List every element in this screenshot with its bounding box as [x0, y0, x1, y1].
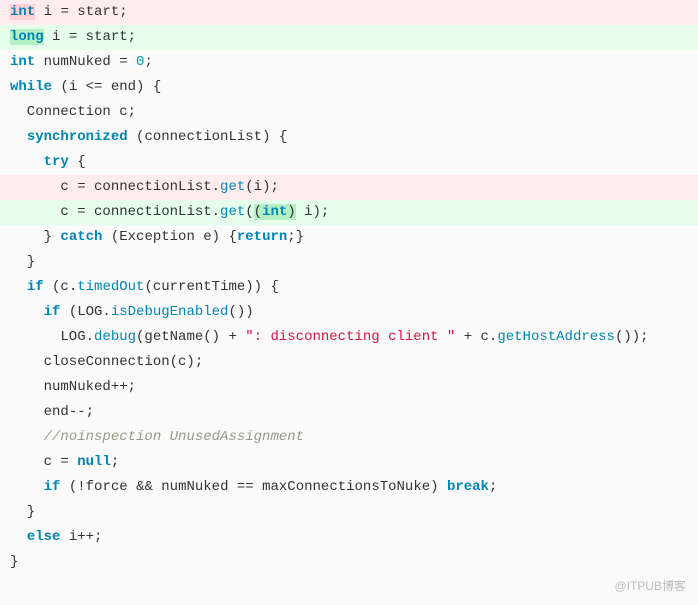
code-diff-block: int i = start;long i = start;int numNuke…: [0, 0, 698, 605]
code-line-1: long i = start;: [0, 25, 698, 50]
code-line-10: }: [0, 250, 698, 275]
code-line-15: numNuked++;: [0, 375, 698, 400]
code-line-16: end--;: [0, 400, 698, 425]
code-line-0: int i = start;: [0, 0, 698, 25]
code-line-22: }: [0, 550, 698, 575]
code-line-7: c = connectionList.get(i);: [0, 175, 698, 200]
code-line-4: Connection c;: [0, 100, 698, 125]
code-line-6: try {: [0, 150, 698, 175]
code-line-2: int numNuked = 0;: [0, 50, 698, 75]
code-line-14: closeConnection(c);: [0, 350, 698, 375]
code-line-11: if (c.timedOut(currentTime)) {: [0, 275, 698, 300]
code-line-18: c = null;: [0, 450, 698, 475]
code-line-5: synchronized (connectionList) {: [0, 125, 698, 150]
code-line-9: } catch (Exception e) {return;}: [0, 225, 698, 250]
code-line-3: while (i <= end) {: [0, 75, 698, 100]
code-line-13: LOG.debug(getName() + ": disconnecting c…: [0, 325, 698, 350]
code-line-19: if (!force && numNuked == maxConnections…: [0, 475, 698, 500]
code-line-12: if (LOG.isDebugEnabled()): [0, 300, 698, 325]
code-line-17: //noinspection UnusedAssignment: [0, 425, 698, 450]
code-line-21: else i++;: [0, 525, 698, 550]
code-line-8: c = connectionList.get((int) i);: [0, 200, 698, 225]
code-line-20: }: [0, 500, 698, 525]
